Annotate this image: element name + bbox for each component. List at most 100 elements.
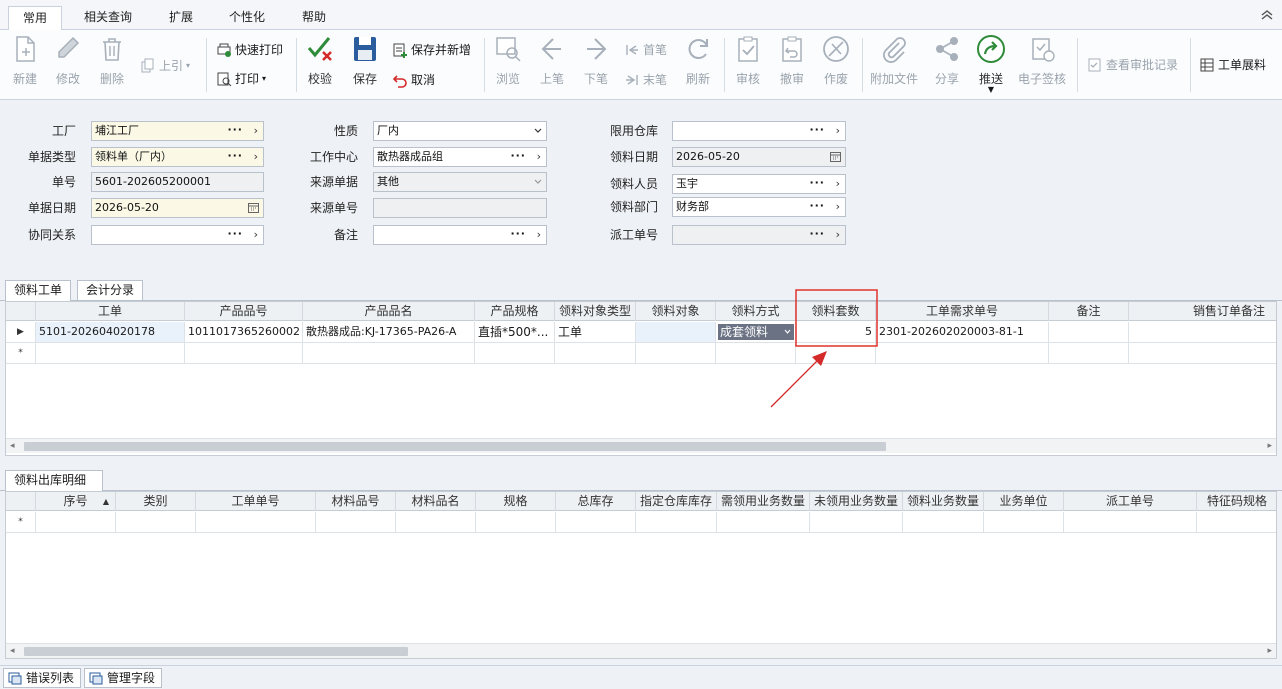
col-header[interactable]: 销售订单备注	[1129, 302, 1276, 321]
scroll-left-icon[interactable]: ◂	[10, 644, 15, 658]
col-header[interactable]: 序号 ▲	[36, 492, 116, 511]
empty-cell[interactable]	[396, 512, 476, 532]
nature-select[interactable]: 厂内	[373, 121, 547, 141]
col-header[interactable]: 材料品名	[396, 492, 476, 511]
cell-req-no[interactable]: 2301-202602020003-81-1	[876, 322, 1049, 342]
col-header[interactable]: 未领用业务数量	[810, 492, 903, 511]
empty-cell[interactable]	[636, 343, 716, 363]
cell-remark[interactable]	[1049, 322, 1129, 342]
delete-button[interactable]: 删除	[92, 34, 132, 96]
cell-product-no[interactable]: 1011017365260002	[185, 322, 303, 342]
empty-cell[interactable]	[1049, 343, 1129, 363]
last-record-button[interactable]: 末笔	[624, 70, 667, 90]
collab-field[interactable]: ··· ›	[91, 225, 264, 245]
warehouse-field[interactable]: ··· ›	[672, 121, 846, 141]
esign-button[interactable]: 电子签核	[1018, 34, 1066, 96]
empty-cell[interactable]	[1064, 512, 1197, 532]
col-header[interactable]: 需领用业务数量	[717, 492, 810, 511]
method-selected[interactable]: 成套领料	[718, 324, 794, 340]
source-doc-select[interactable]: 其他	[373, 172, 547, 192]
empty-cell[interactable]	[716, 343, 796, 363]
sort-asc-icon[interactable]: ▲	[103, 492, 109, 511]
cell-obj-type[interactable]: 工单	[555, 322, 636, 342]
cell-obj[interactable]	[636, 322, 716, 342]
prev-ref-button[interactable]: 上引 ▾	[140, 56, 190, 76]
cancel-button[interactable]: 取消	[392, 70, 435, 90]
empty-cell[interactable]	[475, 343, 555, 363]
empty-cell[interactable]	[556, 512, 636, 532]
cell-so-remark[interactable]	[1129, 322, 1276, 342]
quick-print-button[interactable]: 快速打印	[216, 40, 283, 60]
tab-personalize[interactable]: 个性化	[218, 6, 276, 30]
remark-field[interactable]: ··· ›	[373, 225, 547, 245]
tab-pick-outbound-detail[interactable]: 领料出库明细	[5, 470, 103, 492]
error-list-tab[interactable]: 错误列表	[3, 668, 82, 688]
empty-cell[interactable]	[717, 512, 810, 532]
new-table-row[interactable]: *	[6, 343, 1276, 364]
col-header[interactable]: 工单	[36, 302, 185, 321]
dept-field[interactable]: 财务部 ··· ›	[672, 197, 846, 217]
workcenter-field[interactable]: 散热器成品组 ··· ›	[373, 147, 547, 167]
tab-accounting-entry[interactable]: 会计分录	[77, 280, 144, 301]
chevron-down-icon[interactable]	[534, 128, 542, 134]
browse-button[interactable]: 浏览	[488, 34, 528, 96]
ellipsis-icon[interactable]: ···	[510, 148, 526, 165]
edit-button[interactable]: 修改	[48, 34, 88, 96]
verify-button[interactable]: 校验	[300, 34, 340, 96]
scroll-right-icon[interactable]: ▸	[1267, 439, 1272, 454]
col-header[interactable]: 产品品号	[185, 302, 303, 321]
chevron-right-icon[interactable]: ›	[836, 198, 840, 216]
col-header[interactable]: 领料业务数量	[903, 492, 984, 511]
scrollbar-thumb[interactable]	[24, 647, 408, 656]
prev-record-button[interactable]: 上笔	[532, 34, 572, 96]
wo-expand-button[interactable]: 工单展料	[1199, 55, 1266, 75]
ellipsis-icon[interactable]: ···	[809, 226, 825, 243]
col-header[interactable]: 工单需求单号	[876, 302, 1049, 321]
empty-cell[interactable]	[185, 343, 303, 363]
refresh-button[interactable]: 刷新	[678, 34, 718, 96]
horizontal-scrollbar[interactable]: ◂ ▸	[6, 643, 1276, 658]
scroll-right-icon[interactable]: ▸	[1267, 644, 1272, 658]
horizontal-scrollbar[interactable]: ◂ ▸	[6, 438, 1276, 453]
new-button[interactable]: 新建	[5, 34, 45, 96]
push-button[interactable]: 推送 ▼	[971, 34, 1011, 96]
col-header[interactable]: 产品品名	[303, 302, 475, 321]
cell-sets[interactable]: 5	[796, 322, 876, 342]
empty-cell[interactable]	[303, 343, 475, 363]
chevron-right-icon[interactable]: ›	[836, 226, 840, 244]
col-header[interactable]: 类别	[116, 492, 196, 511]
pick-date-field[interactable]: 2026-05-20	[672, 147, 846, 167]
col-header[interactable]: 工单单号	[196, 492, 316, 511]
tab-help[interactable]: 帮助	[290, 6, 338, 30]
chevron-right-icon[interactable]: ›	[537, 148, 541, 166]
calendar-icon[interactable]	[248, 202, 259, 213]
empty-cell[interactable]	[36, 512, 116, 532]
empty-cell[interactable]	[1197, 512, 1276, 532]
doctype-field[interactable]: 领料单（厂内） ··· ›	[91, 147, 264, 167]
ellipsis-icon[interactable]: ···	[227, 226, 243, 243]
ellipsis-icon[interactable]: ···	[227, 148, 243, 165]
empty-cell[interactable]	[876, 343, 1049, 363]
col-header[interactable]: 规格	[476, 492, 556, 511]
cell-spec[interactable]: 直插*500*...	[475, 322, 555, 342]
col-header[interactable]: 领料对象	[636, 302, 716, 321]
col-header[interactable]: 备注	[1049, 302, 1129, 321]
tab-related-query[interactable]: 相关查询	[74, 6, 142, 30]
empty-cell[interactable]	[316, 512, 396, 532]
empty-cell[interactable]	[810, 512, 903, 532]
share-button[interactable]: 分享	[927, 34, 967, 96]
new-table-row[interactable]: *	[6, 512, 1276, 533]
ellipsis-icon[interactable]: ···	[809, 175, 825, 192]
collapse-ribbon-icon[interactable]	[1260, 8, 1274, 22]
empty-cell[interactable]	[984, 512, 1064, 532]
empty-cell[interactable]	[116, 512, 196, 532]
void-button[interactable]: 作废	[816, 34, 856, 96]
chevron-down-icon[interactable]	[534, 179, 542, 185]
col-header[interactable]: 材料品号	[316, 492, 396, 511]
view-approval-button[interactable]: 查看审批记录	[1087, 55, 1178, 75]
cell-wo[interactable]: 5101-202604020178	[36, 322, 185, 342]
audit-button[interactable]: 审核	[728, 34, 768, 96]
col-header[interactable]: 指定仓库库存	[636, 492, 717, 511]
empty-cell[interactable]	[196, 512, 316, 532]
col-header[interactable]: 领料套数	[796, 302, 876, 321]
